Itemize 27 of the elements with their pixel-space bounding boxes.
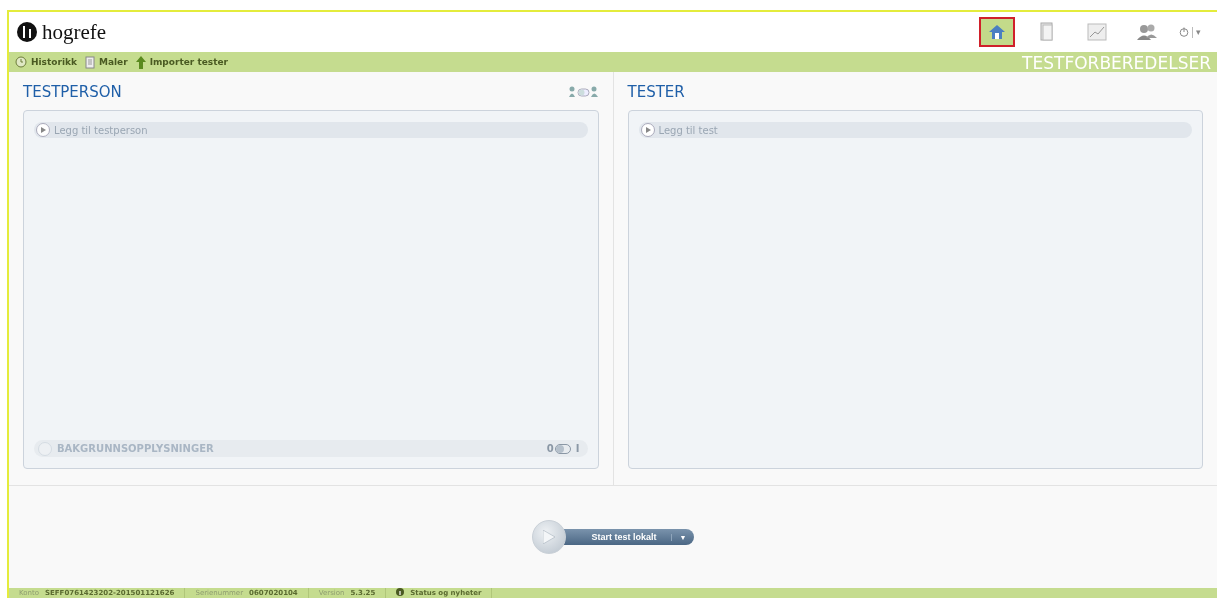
on-label: I — [575, 443, 580, 454]
toolbar-button[interactable]: Maler — [84, 55, 128, 69]
panel-title: TESTER — [627, 83, 685, 101]
book-icon — [1039, 22, 1055, 42]
users-icon — [1136, 23, 1158, 41]
background-info-label: BAKGRUNNSOPPLYSNINGER — [57, 443, 214, 454]
toolbar-button[interactable]: Historikk — [15, 56, 77, 68]
clock-icon — [15, 56, 27, 68]
play-icon — [644, 127, 651, 133]
person-toggle-icon — [568, 86, 599, 98]
play-icon — [40, 127, 46, 133]
play-icon — [542, 530, 555, 544]
background-info-bar[interactable]: BAKGRUNNSOPPLYSNINGER 0 I — [34, 440, 588, 457]
upload-arrow-icon — [135, 55, 146, 69]
logo-text: hogrefe — [42, 19, 107, 45]
toolbar-button[interactable]: Importer tester — [135, 55, 229, 69]
off-label: 0 — [546, 443, 554, 454]
nav-button[interactable] — [979, 17, 1015, 47]
play-circle-icon — [38, 441, 52, 456]
power-menu-button[interactable]: ▾ — [1179, 26, 1201, 38]
home-icon — [988, 24, 1006, 40]
panel-title: TESTPERSON — [23, 83, 122, 101]
section-title: TESTFORBEREDELSER — [1022, 53, 1212, 73]
logo-mark-icon — [17, 22, 37, 42]
chart-icon — [1087, 23, 1107, 41]
power-icon — [1179, 27, 1189, 37]
document-icon — [84, 55, 95, 69]
